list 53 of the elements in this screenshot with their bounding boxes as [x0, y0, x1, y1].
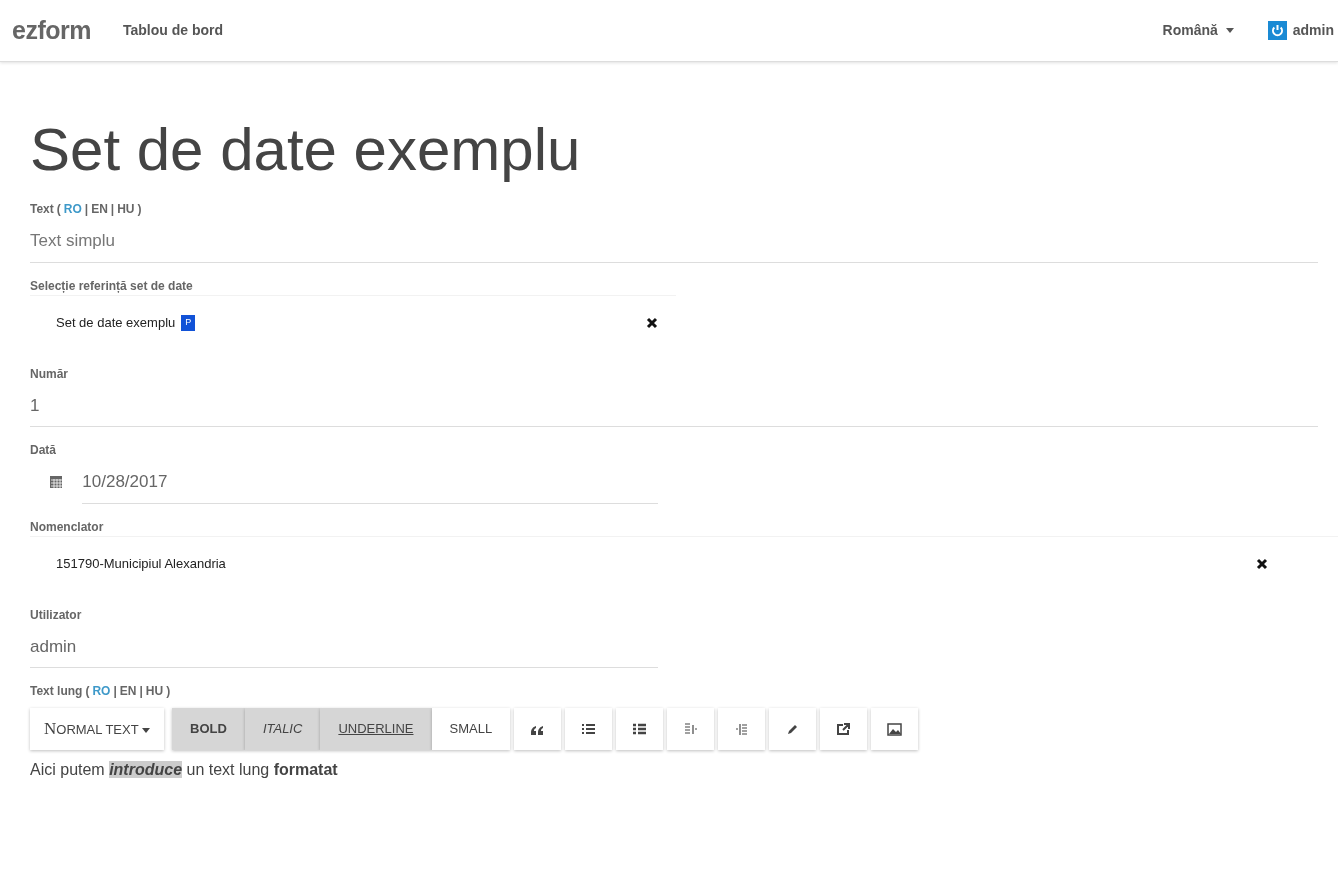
field-label: Selecție referință set de date	[30, 277, 194, 295]
separator: |	[139, 684, 143, 698]
separator: |	[110, 202, 115, 216]
toolbar-button[interactable]	[820, 708, 868, 750]
format-button[interactable]: BOLD	[172, 708, 245, 750]
separator: |	[84, 202, 89, 216]
field-label: Dată	[30, 442, 57, 459]
selected-value: 151790-Municipiul Alexandria	[56, 555, 226, 574]
format-button[interactable]: ITALIC	[244, 708, 321, 750]
date-field[interactable]: 10/28/2017	[82, 459, 658, 504]
style-dropdown[interactable]: NORMAL TEXT	[30, 708, 165, 750]
toolbar-button[interactable]	[514, 708, 562, 750]
indent-icon	[734, 722, 750, 738]
brand-logo[interactable]: ezform	[12, 11, 91, 50]
editor-text: Aici putem introduce un text lung formatat	[30, 759, 339, 780]
field-label: Text	[30, 202, 54, 216]
field-label: Nomenclator	[30, 518, 105, 536]
text-field[interactable]: admin	[30, 623, 658, 668]
text-field[interactable]: Text simplu	[30, 218, 1318, 263]
caret-icon	[1225, 28, 1234, 33]
close-icon[interactable]	[646, 317, 658, 330]
select-field[interactable]: 151790-Municipiul Alexandria	[30, 535, 1338, 592]
nav-link[interactable]: Tablou de bord	[122, 20, 224, 41]
caret-icon	[142, 728, 151, 734]
language-link[interactable]: EN	[119, 684, 137, 698]
field-label: Text lung	[30, 684, 83, 698]
calendar-icon	[50, 474, 63, 488]
selected-value: Set de date exemplu	[56, 314, 176, 333]
language-link[interactable]: HU	[117, 202, 135, 216]
bracket: )	[166, 684, 171, 698]
format-button[interactable]: UNDERLINE	[320, 708, 432, 750]
language-link[interactable]: EN	[91, 202, 108, 216]
select-field[interactable]: Set de date exemplu P	[30, 294, 676, 351]
format-button[interactable]: SMALL	[431, 708, 511, 750]
image-icon	[887, 722, 903, 738]
tag-badge: P	[181, 315, 196, 331]
language-dropdown[interactable]: Română	[1162, 20, 1234, 41]
field-label: Utilizator	[30, 606, 83, 624]
bracket: )	[137, 202, 142, 216]
bracket: (	[85, 684, 90, 698]
power-icon	[1267, 21, 1287, 40]
field-label: Număr	[30, 365, 69, 383]
user-menu[interactable]: admin	[1267, 20, 1334, 41]
toolbar-button[interactable]	[616, 708, 664, 750]
page-title: Set de date exemplu	[30, 115, 582, 185]
separator: |	[113, 684, 117, 698]
toolbar-button[interactable]	[565, 708, 613, 750]
text-field[interactable]: 1	[30, 382, 1318, 427]
language-link[interactable]: HU	[145, 684, 164, 698]
bracket: (	[56, 202, 61, 216]
share-icon	[836, 722, 852, 738]
close-icon[interactable]	[1256, 558, 1268, 571]
toolbar-button[interactable]	[871, 708, 919, 750]
